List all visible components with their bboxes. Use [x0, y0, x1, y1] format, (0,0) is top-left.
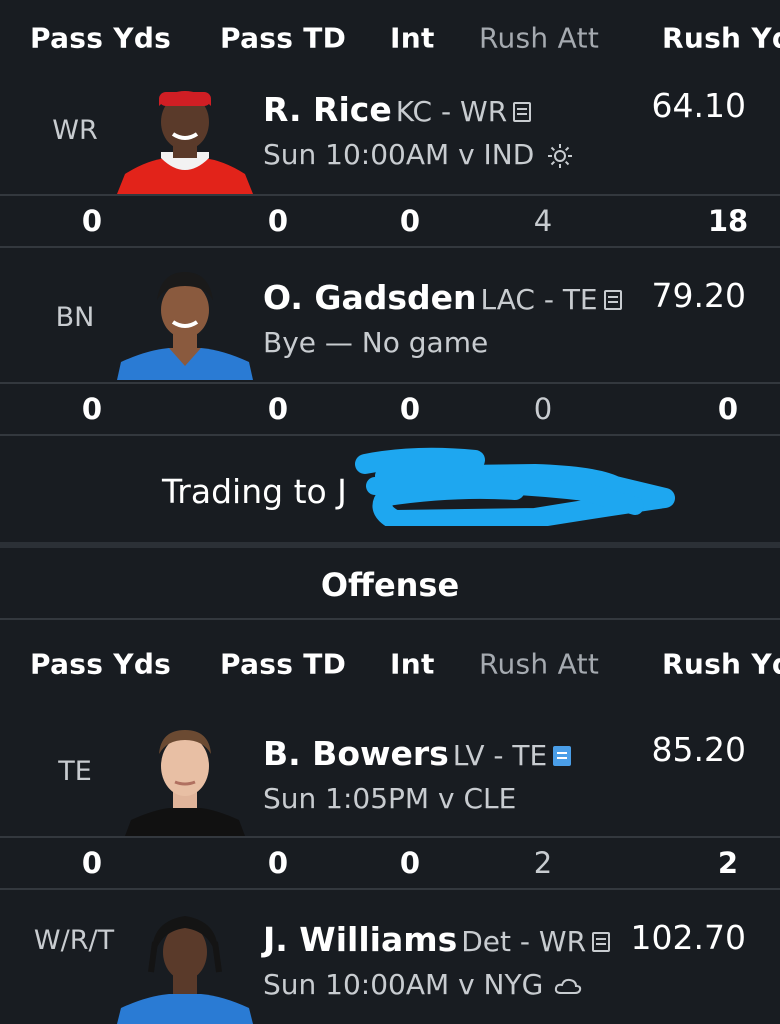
stat-pass-yds: 0 — [81, 392, 103, 426]
stat-header-row: Pass Yds Pass TD Int Rush Att Rush Yd — [0, 6, 780, 70]
stat-pass-yds: 0 — [81, 204, 103, 238]
trade-banner[interactable]: Trading to J — [0, 438, 780, 542]
player-name-line[interactable]: R. Rice KC - WR — [263, 90, 532, 129]
player-note-icon[interactable] — [553, 745, 572, 766]
player-score: 102.70 — [630, 918, 746, 957]
player-team: Det - WR — [461, 925, 587, 958]
stat-rush-att: 4 — [533, 204, 553, 238]
header-rush-yd[interactable]: Rush Yd — [662, 22, 780, 55]
stat-pass-yds: 0 — [81, 846, 103, 880]
game-info: Sun 1:05PM v CLE — [263, 782, 516, 815]
player-photo — [117, 268, 253, 380]
header-rush-att[interactable]: Rush Att — [479, 22, 599, 55]
player-note-icon[interactable] — [592, 931, 611, 952]
player-name-line[interactable]: O. Gadsden LAC - TE — [263, 278, 622, 317]
header-int[interactable]: Int — [390, 648, 435, 681]
stat-pass-td: 0 — [267, 392, 289, 426]
player-stats-row: 0 0 0 4 18 — [0, 196, 780, 248]
header-pass-td[interactable]: Pass TD — [220, 22, 346, 55]
stat-int: 0 — [399, 392, 421, 426]
stat-rush-yd: 18 — [707, 204, 749, 238]
game-info-text: Sun 10:00AM v NYG — [263, 968, 544, 1001]
section-divider — [0, 542, 780, 548]
player-score: 79.20 — [651, 276, 746, 315]
player-score: 64.10 — [651, 86, 746, 125]
game-info: Sun 10:00AM v NYG — [263, 968, 582, 1001]
player-row-rice[interactable]: WR R. Rice KC - WR Sun 10:00AM v IND 64.1… — [0, 74, 780, 196]
stat-rush-yd: 2 — [717, 846, 739, 880]
stat-rush-att: 2 — [533, 846, 553, 880]
player-name-line[interactable]: B. Bowers LV - TE — [263, 734, 572, 773]
stat-pass-td: 0 — [267, 204, 289, 238]
cloud-icon — [555, 978, 582, 994]
header-pass-td[interactable]: Pass TD — [220, 648, 346, 681]
stat-header-row: Pass Yds Pass TD Int Rush Att Rush Yd — [0, 632, 780, 696]
player-team: KC - WR — [395, 95, 508, 128]
player-row-bowers[interactable]: TE B. Bowers LV - TE Sun 1:05PM v CLE 85.… — [0, 702, 780, 838]
stat-rush-att: 0 — [533, 392, 553, 426]
player-team: LV - TE — [452, 739, 548, 772]
player-note-icon[interactable] — [603, 289, 622, 310]
player-row-williams[interactable]: W/R/T J. Williams Det - WR Sun 10:00AM v … — [0, 890, 780, 1024]
player-stats-row: 0 0 0 2 2 — [0, 838, 780, 890]
header-pass-yds[interactable]: Pass Yds — [30, 22, 171, 55]
player-photo — [117, 82, 253, 194]
stat-int: 0 — [399, 204, 421, 238]
game-info: Bye — No game — [263, 326, 488, 359]
player-name[interactable]: O. Gadsden — [263, 278, 476, 317]
header-rush-yd[interactable]: Rush Yd — [662, 648, 780, 681]
player-name-line[interactable]: J. Williams Det - WR — [263, 920, 614, 959]
section-title: Offense — [320, 566, 460, 604]
game-info: Sun 10:00AM v IND — [263, 138, 573, 171]
trade-label: Trading to J — [162, 472, 347, 511]
stat-int: 0 — [399, 846, 421, 880]
game-info-text: Bye — No game — [263, 326, 489, 359]
player-name[interactable]: B. Bowers — [263, 734, 449, 773]
game-info-text: Sun 1:05PM v CLE — [263, 782, 517, 815]
header-pass-yds[interactable]: Pass Yds — [30, 648, 171, 681]
player-photo — [117, 912, 253, 1024]
redaction-scribble — [355, 447, 675, 526]
player-team: LAC - TE — [480, 283, 598, 316]
divider-line — [0, 618, 780, 620]
stat-rush-yd: 0 — [717, 392, 739, 426]
header-int[interactable]: Int — [390, 22, 435, 55]
player-name[interactable]: J. Williams — [263, 920, 457, 959]
player-row-gadsden[interactable]: BN O. Gadsden LAC - TE Bye — No game 79.2… — [0, 248, 780, 384]
player-score: 85.20 — [651, 730, 746, 769]
stat-pass-td: 0 — [267, 846, 289, 880]
header-rush-att[interactable]: Rush Att — [479, 648, 599, 681]
sun-icon — [548, 144, 573, 168]
player-note-icon[interactable] — [513, 101, 532, 122]
player-stats-row: 0 0 0 0 0 — [0, 384, 780, 436]
player-photo — [117, 724, 253, 836]
game-info-text: Sun 10:00AM v IND — [263, 138, 535, 171]
player-name[interactable]: R. Rice — [263, 90, 392, 129]
